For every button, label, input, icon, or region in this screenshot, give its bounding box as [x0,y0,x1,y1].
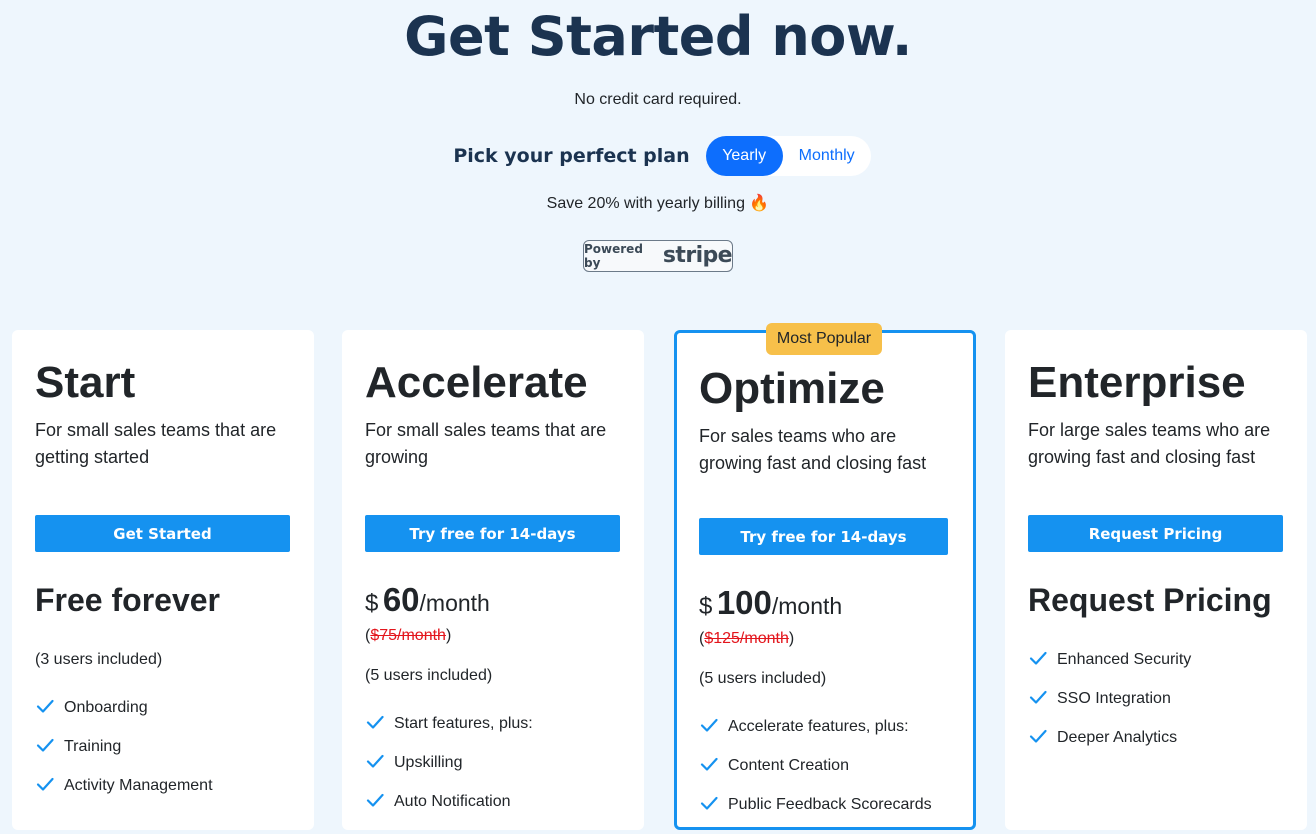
check-icon [366,793,384,807]
feature-item: Onboarding [35,698,213,737]
plan-card-start: Start For small sales teams that are get… [12,330,314,830]
price-heading: Request Pricing [1028,582,1272,618]
feature-item: Activity Management [35,776,213,815]
plan-card-enterprise: Enterprise For large sales teams who are… [1005,330,1307,830]
plan-name: Optimize [699,364,885,413]
feature-item: Accelerate features, plus: [699,717,932,756]
price-heading: Free forever [35,582,220,618]
feature-item: Deeper Analytics [1028,728,1191,767]
feature-item: Public Feedback Scorecards [699,795,932,834]
old-price: ($125/month) [699,630,795,647]
powered-by-stripe-badge[interactable]: Powered by stripe [583,240,733,272]
feature-item: Upskilling [365,753,533,792]
check-icon [366,754,384,768]
plan-name: Start [35,358,136,407]
check-icon [700,796,718,810]
old-price: ($75/month) [365,627,452,644]
feature-item: Enhanced Security [1028,650,1191,689]
plan-card-accelerate: Accelerate For small sales teams that ar… [342,330,644,830]
request-pricing-button[interactable]: Request Pricing [1028,515,1283,552]
feature-list: Start features, plus: Upskilling Auto No… [365,714,533,831]
feature-list: Onboarding Training Activity Management [35,698,213,815]
feature-item: Training [35,737,213,776]
plan-name: Enterprise [1028,358,1246,407]
billing-toggle-row: Pick your perfect plan Yearly Monthly [0,136,1316,176]
check-icon [36,738,54,752]
page-subtitle: No credit card required. [574,91,742,108]
stripe-powered-label: Powered by [584,242,643,270]
monthly-toggle-button[interactable]: Monthly [783,136,871,176]
check-icon [1029,729,1047,743]
most-popular-badge: Most Popular [766,323,882,355]
feature-item: Start features, plus: [365,714,533,753]
fire-icon: 🔥 [749,195,770,212]
check-icon [1029,690,1047,704]
feature-list: Accelerate features, plus: Content Creat… [699,717,932,834]
check-icon [366,715,384,729]
check-icon [700,757,718,771]
plan-description: For sales teams who are growing fast and… [699,426,927,473]
yearly-toggle-button[interactable]: Yearly [705,136,783,176]
feature-item: Content Creation [699,756,932,795]
save-note-text: Save 20% with yearly billing [546,195,745,212]
check-icon [36,777,54,791]
feature-item: Auto Notification [365,792,533,831]
try-free-button[interactable]: Try free for 14-days [365,515,620,552]
try-free-button[interactable]: Try free for 14-days [699,518,948,555]
check-icon [36,699,54,713]
save-note: Save 20% with yearly billing 🔥 [0,194,1316,214]
users-included: (5 users included) [365,667,493,684]
price: $ 60/month [365,581,490,618]
users-included: (5 users included) [699,670,827,687]
price: $ 100/month [699,584,843,621]
plan-name: Accelerate [365,358,588,407]
plan-description: For small sales teams that are growing [365,420,607,467]
plan-description: For large sales teams who are growing fa… [1028,420,1271,467]
get-started-button[interactable]: Get Started [35,515,290,552]
check-icon [700,718,718,732]
page-title: Get Started now. [404,5,912,68]
plan-card-optimize: Most Popular Optimize For sales teams wh… [674,323,976,830]
plan-label: Pick your perfect plan [453,145,690,167]
feature-item: SSO Integration [1028,689,1191,728]
users-included: (3 users included) [35,651,163,668]
check-icon [1029,651,1047,665]
plan-description: For small sales teams that are getting s… [35,420,277,467]
feature-list: Enhanced Security SSO Integration Deeper… [1028,650,1191,767]
stripe-logo: stripe [662,242,733,268]
billing-toggle[interactable]: Yearly Monthly [705,136,871,176]
